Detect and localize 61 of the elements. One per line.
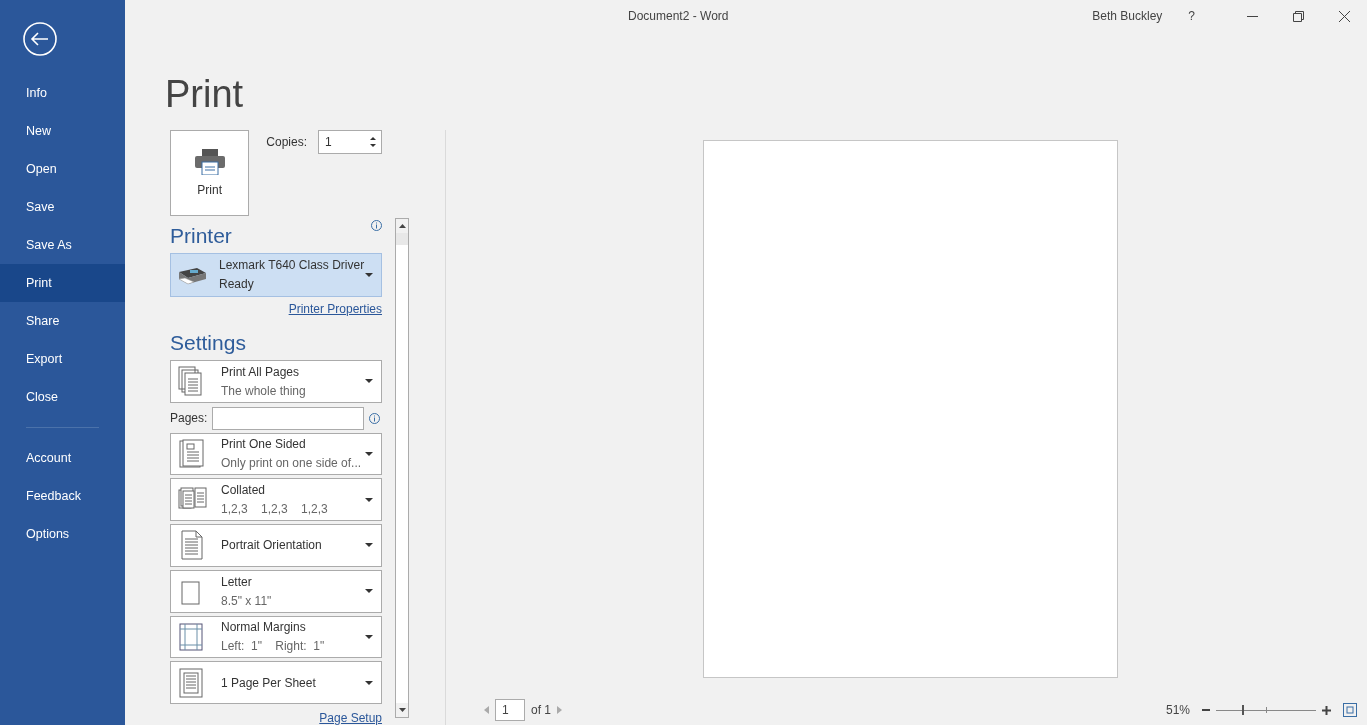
printer-dropdown[interactable]: Lexmark T640 Class Driver Ready [170,253,382,297]
menu-item[interactable]: Export [0,340,125,378]
down-arrow-icon[interactable] [398,708,406,712]
menu-item[interactable]: Options [0,515,125,553]
setting-dropdown[interactable]: Normal Margins Left: 1" Right: 1" [170,615,382,659]
up-arrow-icon[interactable] [398,224,406,228]
caret-icon [365,379,373,384]
menu-item[interactable]: Print [0,264,125,302]
pages-field[interactable] [212,406,365,430]
zoom-in-icon[interactable] [1322,705,1331,715]
menu-item[interactable]: Info [0,74,125,112]
copies-label: Copies: [266,135,307,149]
page-heading: Print [165,72,245,116]
printer-properties-link[interactable]: Printer Properties [288,301,382,316]
setting-dropdown[interactable]: Print All Pages The whole thing [170,359,382,403]
menu-item[interactable]: Save As [0,226,125,264]
scrollbar-thumb[interactable] [396,233,408,245]
help-button[interactable]: ? [1188,9,1195,23]
minimize-icon[interactable] [1246,15,1258,17]
caret-icon [365,272,373,277]
copies-field[interactable]: 1 [318,130,382,154]
menu-item[interactable]: Close [0,378,125,416]
pages-label: Pages: [170,411,208,425]
menu-item[interactable]: Account [0,439,125,477]
page-number-field[interactable]: 1 [495,699,525,721]
menu-item[interactable]: Open [0,150,125,188]
window-title: Document2 - Word [628,9,729,23]
section-heading: Settings [170,329,246,356]
print-button[interactable]: Print [170,130,250,216]
setting-dropdown[interactable]: Collated 1,2,3 1,2,3 1,2,3 [170,478,382,521]
menu-item[interactable]: New [0,112,125,150]
up-arrow-icon[interactable] [370,137,376,140]
section-heading: Printer [170,223,232,249]
back-icon[interactable] [23,22,57,56]
menu-item[interactable]: Feedback [0,477,125,515]
setting-dropdown[interactable]: Portrait Orientation [170,524,382,567]
setting-dropdown[interactable]: 1 Page Per Sheet [170,661,382,704]
setting-dropdown[interactable]: Letter 8.5" x 11" [170,569,382,613]
restore-icon[interactable] [1292,10,1304,22]
zoom-slider[interactable] [1216,704,1316,716]
user-name[interactable]: Beth Buckley [1092,9,1163,23]
down-arrow-icon[interactable] [370,144,376,147]
printer-icon [194,149,225,175]
zoom-level[interactable]: 51% [1165,703,1190,717]
info-icon [371,220,382,231]
page-count: of 1 [531,703,551,717]
menu-item[interactable]: Share [0,302,125,340]
caret-icon [365,680,373,685]
info-icon [369,412,381,424]
setting-dropdown[interactable]: Print One Sided Only print on one side of... [170,432,382,476]
scrollbar[interactable] [395,218,409,718]
caret-icon [365,451,373,456]
caret-icon [365,589,373,594]
caret-icon [365,634,373,639]
caret-icon [365,543,373,548]
page-icon [177,437,207,470]
close-icon[interactable] [1338,10,1350,22]
menu-item[interactable]: Save [0,188,125,226]
page-setup-link[interactable]: Page Setup [319,711,382,725]
fit-page-icon[interactable] [1343,703,1357,717]
caret-icon [365,497,373,502]
